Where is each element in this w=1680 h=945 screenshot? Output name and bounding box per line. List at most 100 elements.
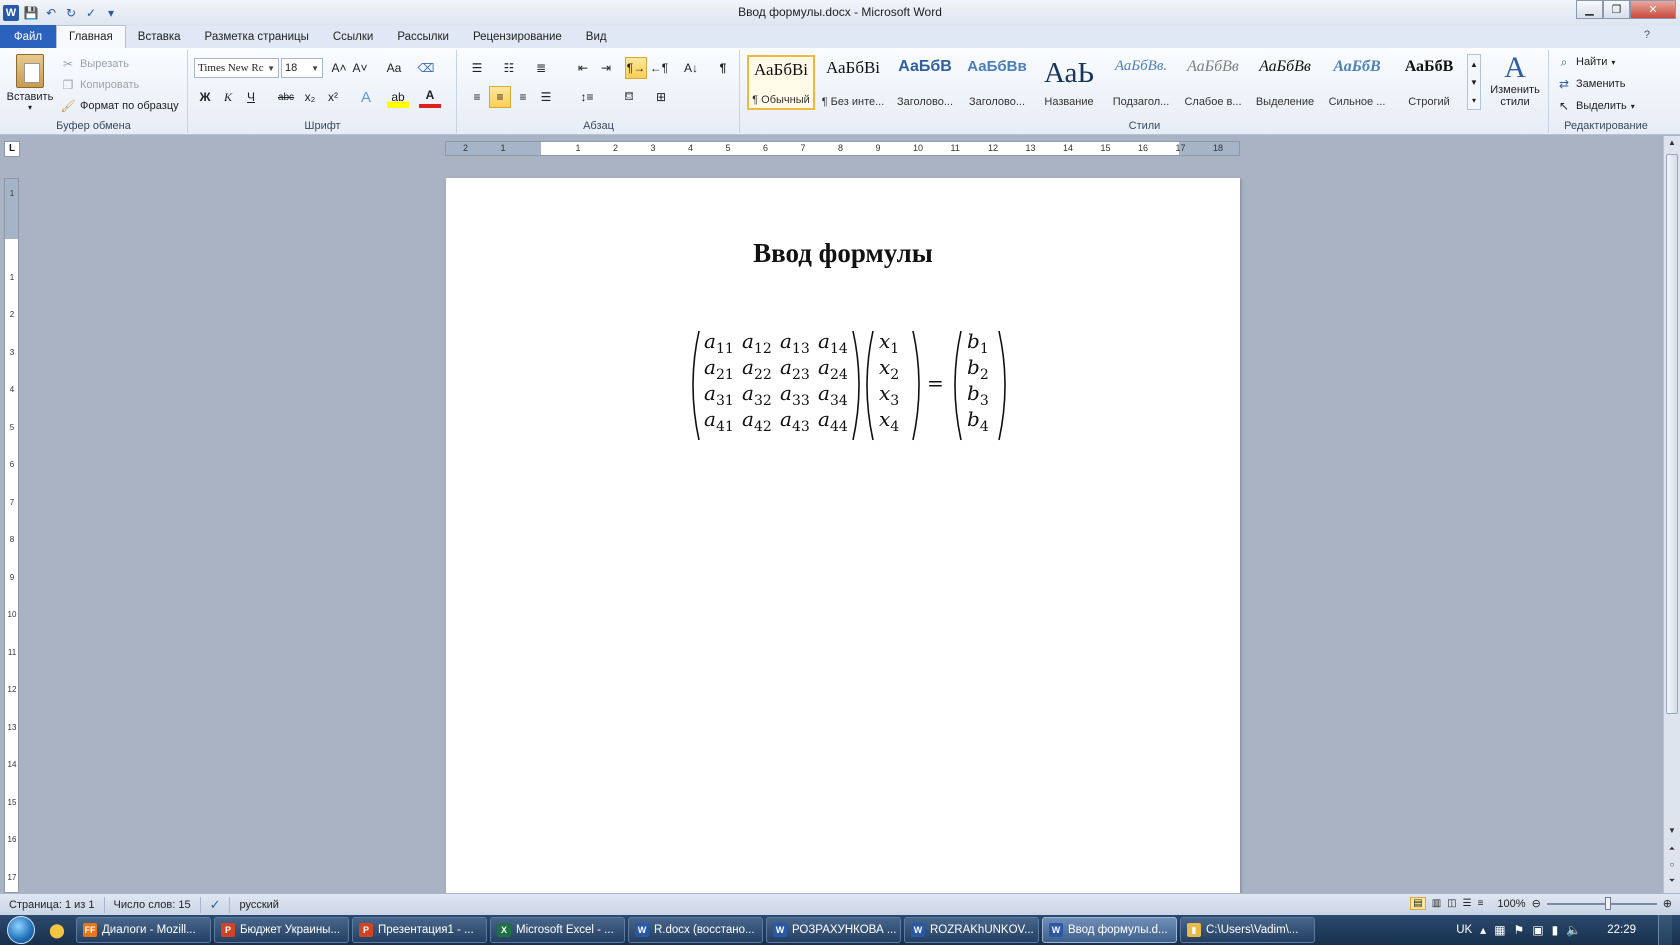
taskbar-item[interactable]: W РОЗРАХУНКОВА ...	[766, 917, 901, 943]
bullets-button[interactable]: ☰	[466, 57, 488, 79]
decrease-indent-button[interactable]: ⇤	[572, 57, 594, 79]
page-count[interactable]: Страница: 1 из 1	[0, 896, 105, 913]
multilevel-list-button[interactable]: ≣	[530, 57, 552, 79]
tab-mailings[interactable]: Рассылки	[385, 25, 461, 48]
style-intense-emphasis[interactable]: АаБбВ Сильное ...	[1323, 55, 1391, 110]
taskbar-item[interactable]: W ROZRAKhUNKOV...	[904, 917, 1039, 943]
zoom-in-icon[interactable]: ⊕	[1663, 897, 1672, 910]
align-center-button[interactable]: ≡	[489, 86, 511, 108]
clock[interactable]: 22:29	[1607, 924, 1636, 936]
browse-object-icon[interactable]: ○	[1664, 860, 1680, 874]
zoom-level[interactable]: 100%	[1497, 898, 1525, 910]
tab-file[interactable]: Файл	[0, 25, 56, 48]
tab-insert[interactable]: Вставка	[126, 25, 193, 48]
start-button[interactable]	[0, 915, 42, 945]
style-strong[interactable]: АаБбВ Строгий	[1395, 55, 1463, 110]
tray-arrow-icon[interactable]: ▴	[1480, 923, 1486, 937]
align-left-button[interactable]: ≡	[466, 86, 488, 108]
styles-gallery-scroll[interactable]: ▲ ▼ ▾	[1467, 54, 1481, 110]
grow-font-button[interactable]: A˄	[328, 57, 350, 79]
shrink-font-button[interactable]: A˅	[349, 57, 371, 79]
pinned-app-icon[interactable]: ⬤	[42, 917, 72, 943]
language[interactable]: русский	[230, 897, 287, 913]
document-page[interactable]: Ввод формулы a11 a12 a13 a14 a21 a22 a23 a24 a31…	[446, 178, 1240, 898]
web-layout-icon[interactable]: ◫	[1447, 898, 1456, 909]
subscript-button[interactable]: x₂	[299, 86, 321, 108]
style-subtle-emphasis[interactable]: АаБбВв Слабое в...	[1179, 55, 1247, 110]
bold-button[interactable]: Ж	[194, 86, 216, 108]
draft-icon[interactable]: ≡	[1478, 898, 1484, 909]
full-screen-icon[interactable]: ▥	[1432, 898, 1441, 909]
tab-selector-button[interactable]: L	[4, 141, 20, 157]
tab-home[interactable]: Главная	[56, 25, 126, 48]
taskbar-item[interactable]: P Бюджет Украины...	[214, 917, 349, 943]
font-size-combo[interactable]: 18 ▼	[281, 58, 323, 78]
find-button[interactable]: ⌕ Найти ▾	[1556, 54, 1616, 70]
next-page-icon[interactable]: ⏷	[1664, 876, 1680, 890]
style-heading-1[interactable]: АаБбВ Заголово...	[891, 55, 959, 110]
scroll-thumb[interactable]	[1666, 154, 1678, 714]
proofing-status[interactable]: ✓	[201, 896, 231, 913]
style-title[interactable]: АаЬ Название	[1035, 55, 1103, 110]
paste-button[interactable]: Вставить ▾	[6, 52, 54, 114]
battery-icon[interactable]: ▮	[1552, 923, 1559, 937]
show-marks-button[interactable]: ¶	[712, 57, 734, 79]
shading-button[interactable]: ⛾	[618, 86, 640, 108]
borders-button[interactable]: ⊞	[650, 86, 672, 108]
horizontal-ruler[interactable]: 2 1 1 2 3 4 5 6 7 8 9 10 11 12 13 14 15 16 17 18	[445, 141, 1240, 156]
zoom-out-icon[interactable]: ⊖	[1532, 897, 1541, 910]
save-icon[interactable]: 💾	[23, 5, 39, 21]
justify-button[interactable]: ☰	[535, 86, 557, 108]
spellcheck-icon[interactable]: ✓	[83, 5, 99, 21]
tab-page-layout[interactable]: Разметка страницы	[193, 25, 321, 48]
cut-button[interactable]: ✂ Вырезать	[60, 56, 129, 72]
matrix-equation[interactable]: a11 a12 a13 a14 a21 a22 a23 a24 a31 a32 a33 a34 a41 a…	[691, 328, 1031, 443]
strikethrough-button[interactable]: abc	[275, 86, 297, 108]
format-painter-button[interactable]: 🖌 Формат по образцу	[60, 98, 178, 114]
clear-formatting-button[interactable]: ⌫	[415, 57, 437, 79]
language-indicator[interactable]: UK	[1456, 924, 1472, 936]
maximize-button[interactable]: ❐	[1603, 0, 1630, 19]
font-color-button[interactable]: A	[419, 86, 441, 108]
customize-qat-icon[interactable]: ▾	[103, 5, 119, 21]
taskbar-item[interactable]: P Презентация1 - ...	[352, 917, 487, 943]
taskbar-item[interactable]: W Ввод формулы.d...	[1042, 917, 1177, 943]
underline-button[interactable]: Ч	[240, 86, 262, 108]
increase-indent-button[interactable]: ⇥	[595, 57, 617, 79]
vertical-scrollbar[interactable]: ▲ ▼ ⏶ ○ ⏷	[1663, 136, 1680, 893]
highlight-button[interactable]: ab	[387, 86, 409, 108]
previous-page-icon[interactable]: ⏶	[1664, 844, 1680, 858]
show-desktop-button[interactable]	[1658, 915, 1672, 945]
taskbar-item[interactable]: FF Диалоги - Mozill...	[76, 917, 211, 943]
align-right-button[interactable]: ≡	[512, 86, 534, 108]
document-heading[interactable]: Ввод формулы	[446, 238, 1240, 269]
zoom-slider-knob[interactable]	[1604, 896, 1611, 910]
vertical-ruler[interactable]: 1 1 2 3 4 5 6 7 8 9 10 11 12 13 14 15 16 17	[4, 178, 19, 893]
tab-review[interactable]: Рецензирование	[461, 25, 574, 48]
rtl-button[interactable]: ←¶	[648, 57, 670, 79]
zoom-slider[interactable]	[1546, 896, 1657, 910]
minimize-button[interactable]: ▁	[1576, 0, 1603, 19]
change-case-button[interactable]: Aa	[380, 57, 408, 79]
font-name-combo[interactable]: Times New Rc ▼	[194, 58, 279, 78]
taskbar-item[interactable]: ▮ C:\Users\Vadim\...	[1180, 917, 1315, 943]
select-button[interactable]: ↖ Выделить ▾	[1556, 98, 1635, 114]
undo-icon[interactable]: ↶	[43, 5, 59, 21]
superscript-button[interactable]: x²	[322, 86, 344, 108]
scroll-up-icon[interactable]: ▲	[1664, 138, 1680, 152]
tab-references[interactable]: Ссылки	[321, 25, 386, 48]
numbering-button[interactable]: ☷	[498, 57, 520, 79]
redo-icon[interactable]: ↻	[63, 5, 79, 21]
taskbar-item[interactable]: X Microsoft Excel - ...	[490, 917, 625, 943]
style-heading-2[interactable]: АаБбВв Заголово...	[963, 55, 1031, 110]
style-no-spacing[interactable]: АаБбВі ¶ Без инте...	[819, 55, 887, 110]
outline-icon[interactable]: ☰	[1463, 898, 1472, 909]
print-layout-icon[interactable]: ▤	[1410, 897, 1426, 910]
line-spacing-button[interactable]: ↕≡	[576, 86, 598, 108]
copy-button[interactable]: ❐ Копировать	[60, 77, 140, 93]
word-count[interactable]: Число слов: 15	[105, 896, 201, 913]
help-icon[interactable]: ?	[1644, 29, 1650, 41]
tray-app-icon[interactable]: ▦	[1494, 923, 1505, 937]
text-effects-button[interactable]: A	[355, 86, 377, 108]
tray-flag-icon[interactable]: ⚑	[1514, 923, 1525, 937]
